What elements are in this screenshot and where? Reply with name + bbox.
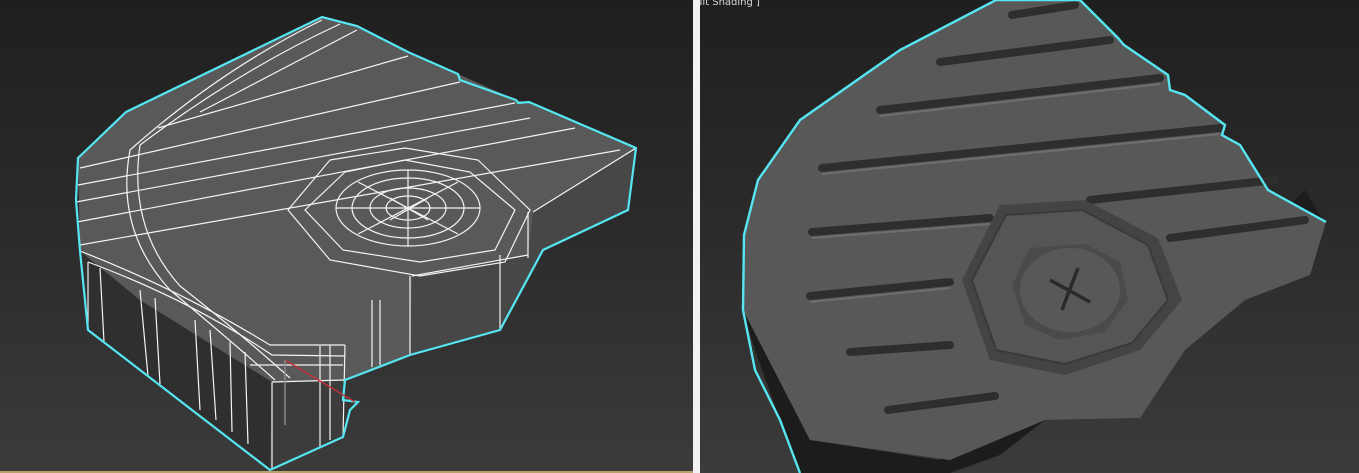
viewport-shading-label[interactable]: ult Shading ] (700, 0, 760, 8)
viewport-divider[interactable] (693, 0, 700, 473)
wireframe-model[interactable] (0, 0, 693, 473)
model-right-face (270, 380, 345, 470)
shaded-model[interactable] (700, 0, 1359, 473)
viewport-left[interactable] (0, 0, 693, 473)
viewport-right[interactable]: ult Shading ] (700, 0, 1359, 473)
